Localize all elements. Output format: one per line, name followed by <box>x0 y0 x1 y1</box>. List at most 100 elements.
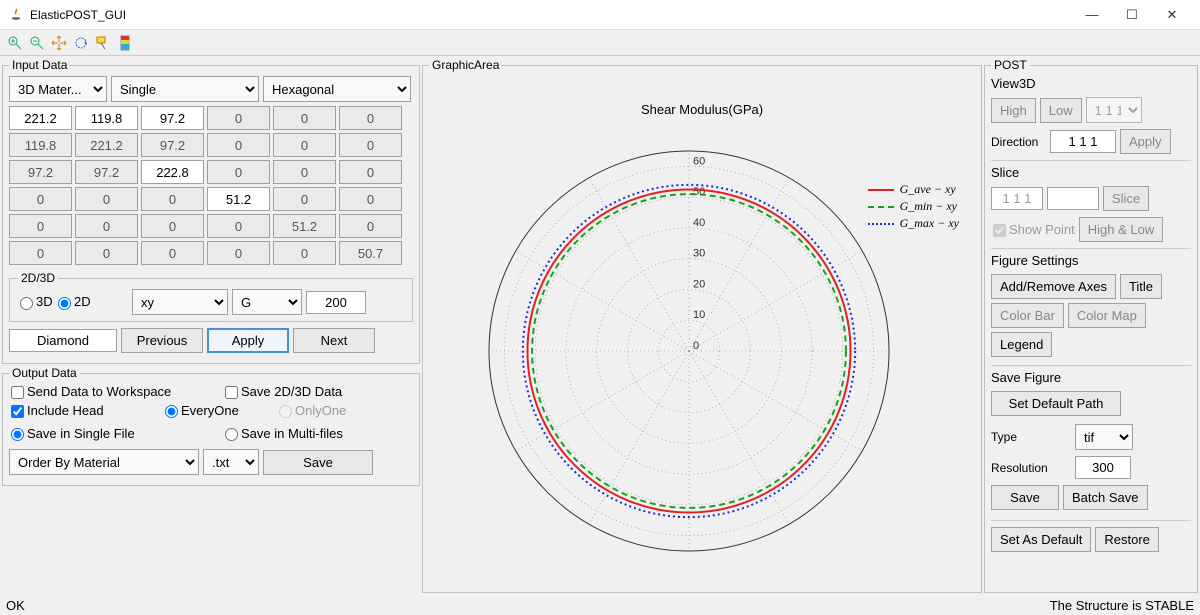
slice-input-1 <box>991 187 1043 210</box>
svg-text:60: 60 <box>693 155 705 167</box>
show-point-check: Show Point <box>991 222 1075 237</box>
onlyone-radio: OnlyOne <box>277 403 346 418</box>
cij-32 <box>75 160 138 184</box>
colormap-button: Color Map <box>1068 303 1146 328</box>
java-icon <box>8 7 24 23</box>
send-workspace-check[interactable]: Send Data to Workspace <box>9 384 219 399</box>
type-select[interactable]: tif <box>1075 424 1133 450</box>
cij-53 <box>141 214 204 238</box>
ext-select[interactable]: .txt <box>203 449 259 475</box>
slice-input-2 <box>1047 187 1099 210</box>
status-left: OK <box>6 598 25 613</box>
miller-select: 1 1 1 <box>1086 97 1142 123</box>
set-default-path-button[interactable]: Set Default Path <box>991 391 1121 416</box>
next-button[interactable]: Next <box>293 328 375 353</box>
cij-41 <box>9 187 72 211</box>
apply-button[interactable]: Apply <box>207 328 289 353</box>
cij-66 <box>339 241 402 265</box>
high-low-button: High & Low <box>1079 217 1163 242</box>
zoom-out-icon[interactable] <box>28 34 46 52</box>
cij-64 <box>207 241 270 265</box>
direction-input[interactable] <box>1050 130 1116 153</box>
input-data-legend: Input Data <box>9 58 70 72</box>
radio-2d[interactable]: 2D <box>56 294 91 309</box>
svg-text:0: 0 <box>693 340 699 352</box>
svg-text:30: 30 <box>693 248 705 260</box>
view3d-label: View3D <box>991 76 1191 91</box>
cij-36 <box>339 160 402 184</box>
axes-button[interactable]: Add/Remove Axes <box>991 274 1116 299</box>
cij-62 <box>75 241 138 265</box>
cij-11[interactable] <box>9 106 72 130</box>
restore-button[interactable]: Restore <box>1095 527 1159 552</box>
cij-24 <box>207 133 270 157</box>
plot-title: Shear Modulus(GPa) <box>429 102 975 117</box>
zoom-in-icon[interactable] <box>6 34 24 52</box>
output-data-legend: Output Data <box>9 366 80 380</box>
cij-13[interactable] <box>141 106 204 130</box>
rotate-icon[interactable] <box>72 34 90 52</box>
title-button[interactable]: Title <box>1120 274 1162 299</box>
maximize-button[interactable]: ☐ <box>1112 1 1152 29</box>
multi-file-radio[interactable]: Save in Multi-files <box>223 426 343 441</box>
save-output-button[interactable]: Save <box>263 450 373 475</box>
type-label: Type <box>991 430 1071 444</box>
cij-25 <box>273 133 336 157</box>
colorbar-icon[interactable] <box>116 34 134 52</box>
high-button: High <box>991 98 1036 123</box>
previous-button[interactable]: Previous <box>121 328 203 353</box>
cij-55 <box>273 214 336 238</box>
resolution-label: Resolution <box>991 461 1071 475</box>
cij-65 <box>273 241 336 265</box>
minimize-button[interactable]: — <box>1072 1 1112 29</box>
save-figure-button[interactable]: Save <box>991 485 1059 510</box>
resolution-input[interactable] <box>1075 456 1131 479</box>
stiffness-matrix <box>9 106 413 265</box>
slice-button: Slice <box>1103 186 1149 211</box>
property-select[interactable]: G <box>232 289 302 315</box>
direction-apply-button: Apply <box>1120 129 1171 154</box>
single-file-radio[interactable]: Save in Single File <box>9 426 219 441</box>
cij-26 <box>339 133 402 157</box>
cij-34 <box>207 160 270 184</box>
save-figure-label: Save Figure <box>991 365 1191 385</box>
everyone-radio[interactable]: EveryOne <box>163 403 273 418</box>
colorbar-button: Color Bar <box>991 303 1064 328</box>
cij-35 <box>273 160 336 184</box>
cij-33[interactable] <box>141 160 204 184</box>
svg-text:10: 10 <box>693 309 705 321</box>
legend-button[interactable]: Legend <box>991 332 1052 357</box>
cij-44[interactable] <box>207 187 270 211</box>
post-panel: POST View3D High Low 1 1 1 Direction App… <box>984 58 1198 593</box>
pan-icon[interactable] <box>50 34 68 52</box>
cij-42 <box>75 187 138 211</box>
npoints-input[interactable] <box>306 291 366 314</box>
cij-12[interactable] <box>75 106 138 130</box>
single-multi-select[interactable]: Single <box>111 76 259 102</box>
include-head-check[interactable]: Include Head <box>9 403 159 418</box>
plane-select[interactable]: xy <box>132 289 228 315</box>
cij-21 <box>9 133 72 157</box>
cij-56 <box>339 214 402 238</box>
status-bar: OK The Structure is STABLE <box>0 595 1200 615</box>
cij-45 <box>273 187 336 211</box>
cij-46 <box>339 187 402 211</box>
status-right: The Structure is STABLE <box>1050 598 1194 613</box>
cij-22 <box>75 133 138 157</box>
material-type-select[interactable]: 3D Mater... <box>9 76 107 102</box>
save-data-check[interactable]: Save 2D/3D Data <box>223 384 342 399</box>
close-button[interactable]: ✕ <box>1152 1 1192 29</box>
data-cursor-icon[interactable] <box>94 34 112 52</box>
radio-3d[interactable]: 3D <box>18 294 53 309</box>
material-name-input[interactable] <box>9 329 117 352</box>
titlebar: ElasticPOST_GUI — ☐ ✕ <box>0 0 1200 30</box>
batch-save-button[interactable]: Batch Save <box>1063 485 1148 510</box>
order-by-select[interactable]: Order By Material <box>9 449 199 475</box>
window-title: ElasticPOST_GUI <box>30 8 1072 22</box>
cij-43 <box>141 187 204 211</box>
set-as-default-button[interactable]: Set As Default <box>991 527 1091 552</box>
crystal-select[interactable]: Hexagonal <box>263 76 411 102</box>
post-legend: POST <box>991 58 1030 72</box>
svg-text:40: 40 <box>693 217 705 229</box>
cij-23 <box>141 133 204 157</box>
